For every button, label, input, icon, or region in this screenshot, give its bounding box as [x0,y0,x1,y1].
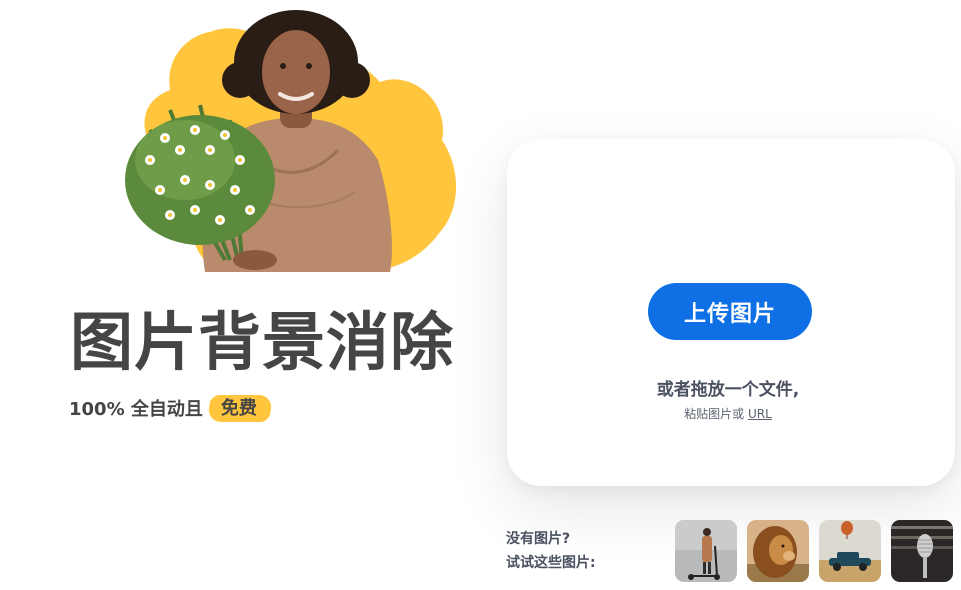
sample-image-woman-scooter[interactable] [675,520,737,582]
page-title: 图片背景消除 [70,306,454,379]
subtitle-text: 100% 全自动且 [69,398,203,420]
samples-label-line2: 试试这些图片: [506,555,596,571]
samples-label: 没有图片? 试试这些图片: [506,527,596,575]
paste-hint: 粘贴图片或 URL [501,405,955,422]
sample-image-car-balloon[interactable] [819,520,881,582]
subtitle: 100% 全自动且 免费 [69,392,271,423]
upload-image-button[interactable]: 上传图片 [648,283,812,340]
url-link[interactable]: URL [748,407,772,421]
sample-image-lion[interactable] [747,520,809,582]
free-badge-label: 免费 [220,398,257,419]
paste-hint-text: 粘贴图片或 [684,407,748,421]
free-badge: 免费 [209,392,271,423]
sample-image-microphone[interactable] [891,520,953,582]
samples-label-line1: 没有图片? [506,531,571,547]
upload-dropzone[interactable]: 上传图片 或者拖放一个文件, 粘贴图片或 URL [507,139,955,486]
drop-file-text: 或者拖放一个文件, [656,380,800,400]
hero-image [90,10,462,278]
